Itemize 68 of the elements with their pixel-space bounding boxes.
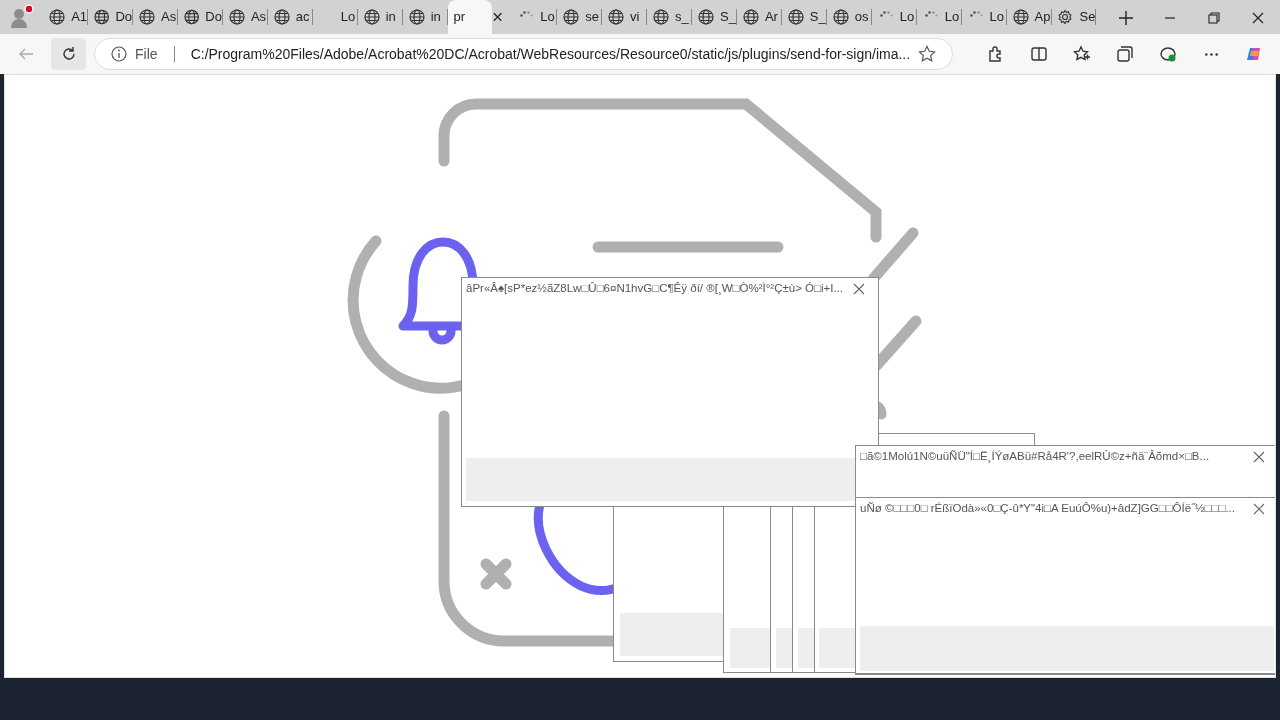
globe-icon [408, 9, 425, 25]
dialog-title: uÑø ©□□□0□ rÉßïOdà»«0□Ç-û*Y"4i□A EuúÔ%u)+âdZ]GG□□ÔÍë˝½□□□... [860, 501, 1236, 517]
browser-tab[interactable]: S_ [691, 0, 736, 34]
globe-icon [563, 9, 580, 25]
spinner-icon [520, 11, 534, 17]
globe-icon [139, 9, 156, 25]
plus-icon [1118, 9, 1135, 26]
close-button[interactable] [852, 282, 866, 296]
globe-icon [697, 9, 714, 25]
browser-tab[interactable]: Lo [312, 0, 357, 34]
browser-tab[interactable]: in [357, 0, 402, 34]
browser-tab[interactable]: Ar [736, 0, 781, 34]
profile-avatar[interactable] [8, 4, 35, 30]
close-button[interactable] [1252, 450, 1266, 464]
globe-icon [787, 9, 804, 25]
info-icon[interactable] [111, 46, 128, 62]
browser-tab[interactable]: s_ [647, 0, 692, 34]
dialog-title: □ã©1Molú1N©uüÑÜ"Í□Ë¸ÍÝøABü#Rå4R'?,eelRÙ©z+ñä¨Âõmd×□B... [860, 449, 1211, 465]
address-bar[interactable]: File C:/Program%20Files/Adobe/Acrobat%20DC/Acrobat/WebResources/Resource0/static/js/plugins/send-for-sign/ima... [94, 38, 954, 70]
globe-icon [608, 9, 625, 25]
restore-icon [1206, 9, 1223, 26]
refresh-button[interactable] [51, 38, 87, 70]
browser-tab[interactable]: vi [602, 0, 647, 34]
more-icon [1204, 52, 1218, 56]
browser-tab[interactable]: Do [177, 0, 222, 34]
globe-icon [228, 9, 245, 25]
star-icon[interactable] [918, 45, 937, 63]
star-plus-icon [1073, 45, 1092, 63]
browser-tab[interactable]: Se [1051, 0, 1096, 34]
browser-tab[interactable]: ac [267, 0, 312, 34]
globe-icon [1012, 9, 1029, 25]
browser-tab[interactable]: Ap [1006, 0, 1051, 34]
browser-tab[interactable]: A1 [43, 0, 88, 34]
browser-tab[interactable]: Lo [961, 0, 1006, 34]
close-icon [853, 283, 865, 295]
close-icon [1253, 503, 1265, 515]
browser-tab[interactable]: os [826, 0, 871, 34]
spinner-icon [924, 11, 938, 17]
gear-icon [1057, 9, 1074, 25]
browser-tab[interactable]: S_ [781, 0, 826, 34]
browser-tab[interactable]: Lo [871, 0, 916, 34]
globe-icon [832, 9, 849, 25]
spinner-icon [969, 11, 983, 17]
globe-icon [742, 9, 759, 25]
url-text[interactable]: C:/Program%20Files/Adobe/Acrobat%20DC/Acrobat/WebResources/Resource0/static/js/plugins/send-for-sign/ima... [190, 43, 911, 65]
globe-icon [49, 9, 66, 25]
collections-icon [1116, 45, 1135, 63]
globe-icon [183, 9, 200, 25]
browser-tab[interactable]: Lo [916, 0, 961, 34]
browser-tab[interactable]: se [557, 0, 602, 34]
split-screen-icon [1030, 45, 1049, 63]
globe-icon [653, 9, 670, 25]
browser-tab[interactable]: As [133, 0, 178, 34]
close-icon [1253, 451, 1265, 463]
browser-tab[interactable]: Do [88, 0, 133, 34]
site-info-label[interactable]: File [135, 43, 158, 65]
browser-tab[interactable]: pr [447, 0, 492, 34]
minimize-icon [1165, 16, 1176, 19]
globe-icon [273, 9, 290, 25]
browser-tab[interactable]: in [402, 0, 447, 34]
spinner-icon [879, 11, 893, 17]
browser-tab[interactable]: As [222, 0, 267, 34]
browser-tab[interactable]: Lo [512, 0, 557, 34]
close-icon[interactable] [491, 11, 503, 23]
globe-icon [94, 9, 110, 25]
dialog-title: âPr«Â♠[sP*ez½ãZ8Lw□Û□6¤N1hvG□C¶Êÿ ðí/ ®[¸W□Ò%²Ì°²Ç±ù> Ó□i+I... [466, 281, 844, 297]
close-button[interactable] [1252, 502, 1266, 516]
globe-icon [363, 9, 380, 25]
